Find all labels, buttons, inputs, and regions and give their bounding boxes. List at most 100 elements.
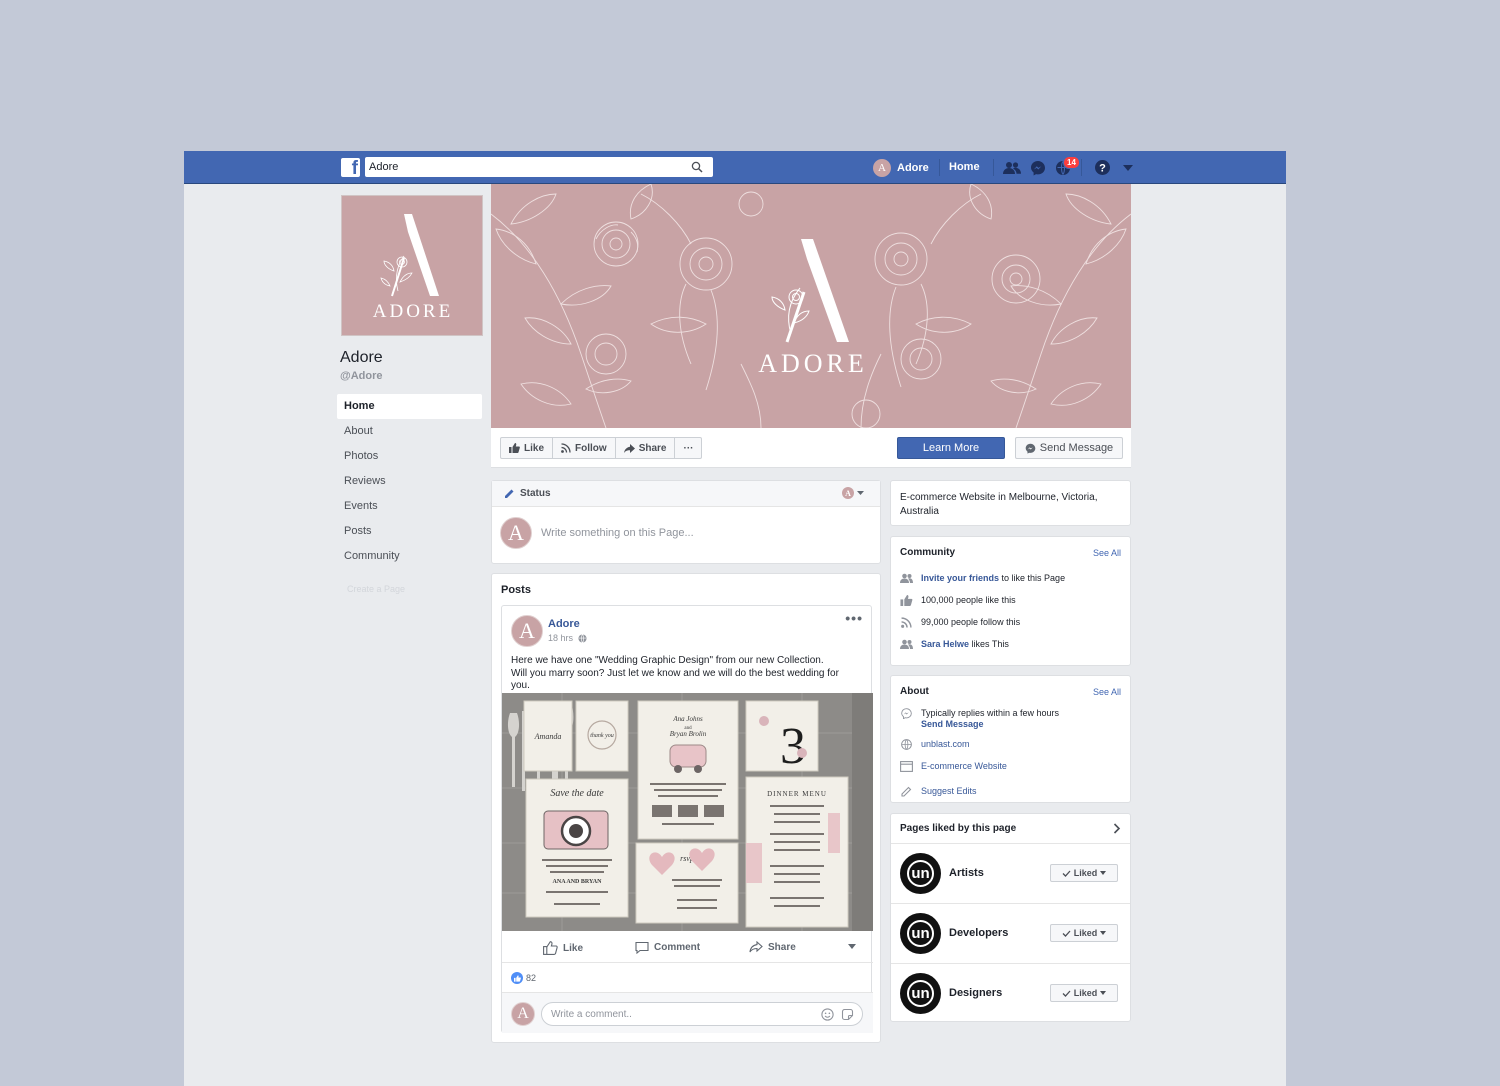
svg-text:?: ? — [1099, 163, 1106, 175]
liked-toggle-button[interactable]: Liked — [1050, 984, 1118, 1002]
learn-more-button[interactable]: Learn More — [897, 437, 1005, 459]
post-options-icon[interactable]: ••• — [845, 610, 863, 626]
chevron-right-icon[interactable] — [1113, 823, 1121, 834]
page-title[interactable]: Adore — [340, 349, 383, 367]
comment-input[interactable]: Write a comment.. — [551, 1009, 632, 1020]
svg-text:Amanda: Amanda — [534, 732, 562, 741]
nav-item-about[interactable]: About — [337, 419, 482, 444]
adore-logo: ADORE — [373, 214, 450, 322]
category-link[interactable]: E-commerce Website — [921, 761, 1007, 771]
create-page-button[interactable]: Create a Page — [347, 584, 405, 594]
post-card: A Adore 18 hrs ••• Here we have one "Wed… — [501, 605, 873, 1033]
comment-composer: A Write a comment.. — [502, 992, 873, 1033]
checkmark-icon — [1062, 930, 1071, 937]
divider — [939, 159, 940, 176]
nav-item-photos[interactable]: Photos — [337, 444, 482, 469]
cover-photo[interactable]: ADORE — [491, 184, 1131, 428]
send-message-button[interactable]: Send Message — [1015, 437, 1123, 459]
like-reaction-icon — [511, 972, 523, 984]
posts-heading: Posts — [501, 584, 531, 596]
home-link[interactable]: Home — [949, 161, 980, 173]
svg-text:Ana Johns: Ana Johns — [672, 715, 703, 723]
about-see-all-link[interactable]: See All — [1093, 687, 1121, 697]
liked-page-item: un Artists Liked — [891, 843, 1130, 903]
svg-text:3: 3 — [780, 718, 806, 775]
floral-cover-illustration: ADORE — [491, 184, 1131, 428]
nav-item-home[interactable]: Home — [337, 394, 482, 419]
emoji-icon[interactable] — [821, 1008, 834, 1021]
liked-label: Liked — [1073, 988, 1098, 998]
liked-toggle-button[interactable]: Liked — [1050, 864, 1118, 882]
svg-text:ADORE: ADORE — [758, 349, 868, 378]
unblast-logo-icon[interactable]: un — [900, 853, 941, 894]
profile-link[interactable]: A Adore — [873, 158, 929, 177]
page-profile-picture[interactable]: ADORE — [341, 195, 483, 336]
reactions-summary[interactable]: 82 — [511, 972, 536, 984]
wedding-stationery-photo: Amanda thank you Ana Johns and Bryan Bro… — [502, 693, 873, 931]
follow-label: Follow — [575, 442, 607, 454]
search-icon[interactable] — [691, 161, 703, 173]
people-icon — [900, 573, 913, 583]
post-author[interactable]: Adore — [548, 618, 580, 630]
liked-page-name[interactable]: Artists — [949, 867, 984, 879]
divider — [1081, 159, 1082, 176]
post-comment-button[interactable]: Comment — [635, 941, 700, 954]
unblast-logo-text: un — [907, 860, 934, 887]
liked-page-name[interactable]: Designers — [949, 987, 1002, 999]
post-timestamp: 18 hrs — [548, 633, 587, 643]
like-label: Like — [524, 442, 545, 454]
sticker-icon[interactable] — [841, 1008, 854, 1021]
post-like-button[interactable]: Like — [543, 941, 583, 955]
post-time[interactable]: 18 hrs — [548, 633, 573, 643]
messenger-icon — [1025, 443, 1036, 454]
friend-requests-icon[interactable] — [1002, 158, 1021, 177]
account-menu-chevron-down-icon[interactable] — [1118, 158, 1137, 177]
audience-chevron-down-icon[interactable] — [848, 944, 856, 949]
pencil-icon — [505, 489, 514, 498]
post-as-selector[interactable]: A — [842, 487, 864, 499]
search-input[interactable] — [369, 157, 679, 177]
friend-name-link[interactable]: Sara Helwe — [921, 639, 969, 649]
likes-count-row: 100,000 people like this — [900, 595, 1016, 606]
thumbs-up-icon — [509, 443, 520, 453]
nav-item-reviews[interactable]: Reviews — [337, 469, 482, 494]
page-username[interactable]: @Adore — [340, 370, 383, 382]
thumbs-up-icon — [900, 595, 913, 606]
facebook-logo-icon[interactable]: f — [341, 158, 360, 179]
nav-item-community[interactable]: Community — [337, 544, 482, 569]
avatar: A — [500, 517, 532, 549]
suggest-edits-link[interactable]: Suggest Edits — [921, 786, 977, 796]
comment-bubble-icon — [635, 941, 649, 954]
follow-page-button[interactable]: Follow — [553, 438, 616, 458]
chevron-down-icon — [857, 491, 864, 495]
category-row: E-commerce Website — [900, 761, 1007, 772]
nav-item-events[interactable]: Events — [337, 494, 482, 519]
page-navigation: Home About Photos Reviews Events Posts C… — [337, 394, 482, 569]
share-page-button[interactable]: Share — [616, 438, 676, 458]
post-actions: Like Comment Share — [502, 933, 873, 963]
status-input[interactable]: Write something on this Page... — [541, 527, 694, 539]
comment-box[interactable]: Write a comment.. — [541, 1002, 863, 1026]
nav-item-posts[interactable]: Posts — [337, 519, 482, 544]
invite-friends-link[interactable]: Invite your friends — [921, 573, 999, 583]
like-page-button[interactable]: Like — [501, 438, 554, 458]
post-share-button[interactable]: Share — [749, 941, 796, 953]
avatar[interactable]: A — [511, 615, 543, 647]
community-see-all-link[interactable]: See All — [1093, 548, 1121, 558]
community-heading: Community — [900, 547, 955, 558]
post-image[interactable]: Amanda thank you Ana Johns and Bryan Bro… — [502, 693, 873, 931]
rss-feed-icon — [901, 617, 912, 628]
more-options-button[interactable]: ··· — [675, 438, 701, 458]
help-icon[interactable]: ? — [1093, 158, 1112, 177]
messenger-icon[interactable] — [1028, 158, 1047, 177]
liked-page-name[interactable]: Developers — [949, 927, 1008, 939]
status-composer: Status A A Write something on this Page.… — [491, 480, 881, 564]
unblast-logo-icon[interactable]: un — [900, 973, 941, 1014]
search-bar — [365, 157, 713, 177]
unblast-logo-icon[interactable]: un — [900, 913, 941, 954]
liked-toggle-button[interactable]: Liked — [1050, 924, 1118, 942]
about-send-message-link[interactable]: Send Message — [921, 719, 1059, 729]
divider — [993, 159, 994, 176]
tab-status[interactable]: Status — [520, 488, 551, 499]
website-link[interactable]: unblast.com — [921, 739, 970, 749]
